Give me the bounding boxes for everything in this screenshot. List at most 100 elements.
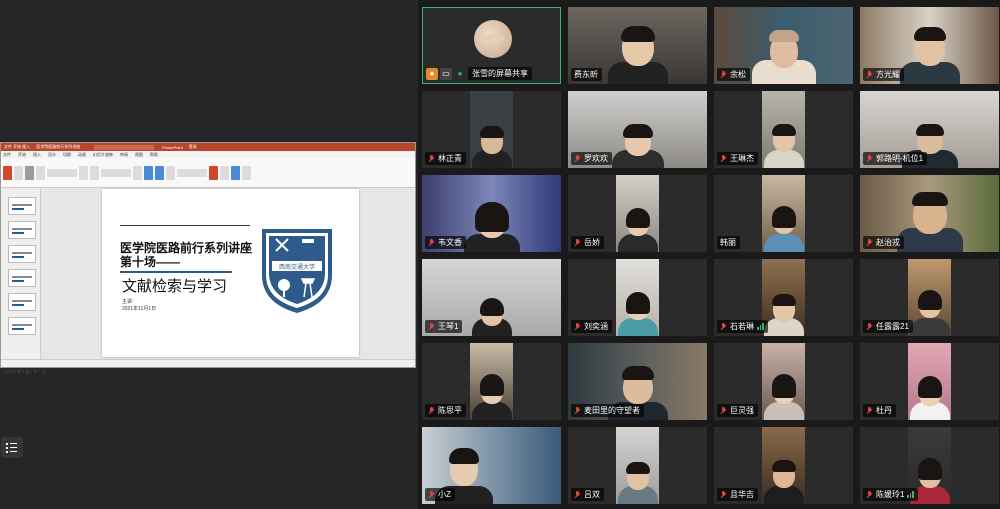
participant-tile[interactable]: 小Z <box>422 427 561 504</box>
participant-tile[interactable]: 吕双 <box>568 427 707 504</box>
mic-muted-icon <box>866 406 873 415</box>
slide-thumbnail[interactable] <box>8 269 36 287</box>
participant-name-label: 麦田里的守望者 <box>571 404 644 417</box>
participant-name-label: 费东昕 <box>571 68 602 81</box>
participant-tile[interactable]: 余松 <box>714 7 853 84</box>
participant-name: 杜丹 <box>876 406 892 415</box>
participant-tile[interactable]: 且华吉 <box>714 427 853 504</box>
slide-thumbnail[interactable] <box>8 197 36 215</box>
participant-tile[interactable]: 罗欢欢 <box>568 91 707 168</box>
italic-icon[interactable] <box>90 165 99 180</box>
ppt-tab[interactable]: 动画 <box>78 152 86 158</box>
participant-tile[interactable]: 巨灵强 <box>714 343 853 420</box>
cut-icon[interactable] <box>14 165 23 180</box>
paste-icon[interactable] <box>3 165 12 180</box>
find-icon[interactable] <box>209 165 218 180</box>
signal-strength-icon <box>757 323 764 330</box>
participant-tile[interactable]: 韩丽 <box>714 175 853 252</box>
participant-name: 且华吉 <box>730 490 754 499</box>
paragraph-controls[interactable] <box>101 168 131 177</box>
participant-name-label: 且华吉 <box>717 488 758 501</box>
participant-tile[interactable]: 陈思平 <box>422 343 561 420</box>
participant-tile[interactable]: 赵治戎 <box>860 175 999 252</box>
quick-styles-icon[interactable] <box>166 165 175 180</box>
participant-tile[interactable]: 方光耀 <box>860 7 999 84</box>
slide-title-line1: 医学院医路前行系列讲座 <box>120 241 253 255</box>
slide-author: 主讲: <box>122 299 134 305</box>
mic-muted-icon <box>428 322 435 331</box>
layout-icon[interactable] <box>36 165 45 180</box>
mic-muted-icon <box>720 154 727 163</box>
participant-name: 陈思平 <box>438 406 462 415</box>
ppt-ribbon-tabs: 文件 开始 插入 设计 切换 动画 幻灯片放映 审阅 视图 帮助 <box>1 151 415 158</box>
participant-tile[interactable]: 王琳杰 <box>714 91 853 168</box>
mic-muted-icon <box>720 322 727 331</box>
mic-muted-icon <box>428 406 435 415</box>
participant-name-label: 杜丹 <box>863 404 896 417</box>
participant-name: 王琴1 <box>438 322 459 331</box>
mic-muted-icon <box>428 238 435 247</box>
participant-tile[interactable]: 任露露21 <box>860 259 999 336</box>
ppt-tab[interactable]: 插入 <box>33 152 41 158</box>
ppt-titlebar: 文件 开始 插入 医学院医路前行系列讲座 PowerPoint 登录 <box>1 143 415 151</box>
mic-muted-icon <box>866 238 873 247</box>
ppt-titlebar-app: PowerPoint <box>162 144 183 150</box>
arrange-icon[interactable] <box>155 165 164 180</box>
participant-tile[interactable]: 石若琳 <box>714 259 853 336</box>
shapes-icon[interactable] <box>144 165 153 180</box>
ppt-tab[interactable]: 帮助 <box>150 152 158 158</box>
participant-name-label: 岳娇 <box>571 236 604 249</box>
slide-thumbnail[interactable] <box>8 293 36 311</box>
current-slide[interactable]: 医学院医路前行系列讲座 第十场—— 文献检索与学习 主讲: 2021年11月1日… <box>102 189 359 357</box>
ppt-editing-area: 医学院医路前行系列讲座 第十场—— 文献检索与学习 主讲: 2021年11月1日… <box>1 189 415 359</box>
ppt-tab[interactable]: 开始 <box>18 152 26 158</box>
align-icon[interactable] <box>133 165 142 180</box>
ppt-tab[interactable]: 文件 <box>3 152 11 158</box>
designer-icon[interactable] <box>242 165 251 180</box>
participant-tile[interactable]: 岳娇 <box>568 175 707 252</box>
mic-muted-icon <box>866 154 873 163</box>
participant-name-label: 郭路明-机位1 <box>863 152 928 165</box>
participant-tile[interactable]: 王琴1 <box>422 259 561 336</box>
participant-tile[interactable]: 杜丹 <box>860 343 999 420</box>
participant-name: 刘奕涵 <box>584 322 608 331</box>
participant-tile[interactable]: 费东昕 <box>568 7 707 84</box>
participant-name: 巨灵强 <box>730 406 754 415</box>
participant-tile[interactable]: 郭路明-机位1 <box>860 91 999 168</box>
ppt-tab[interactable]: 审阅 <box>120 152 128 158</box>
participant-name: 吕双 <box>584 490 600 499</box>
participant-tile[interactable]: 刘奕涵 <box>568 259 707 336</box>
bold-icon[interactable] <box>79 165 88 180</box>
ppt-tab[interactable]: 视图 <box>135 152 143 158</box>
new-slide-icon[interactable] <box>25 165 34 180</box>
presenter-avatar <box>474 20 512 58</box>
screen-share-tile[interactable]: ● ▭ ● 张雪的屏幕共享 <box>422 7 561 84</box>
participant-tile[interactable]: 林正青 <box>422 91 561 168</box>
ppt-tab[interactable]: 切换 <box>63 152 71 158</box>
participants-list-button[interactable] <box>1 437 23 458</box>
slide-thumbnail[interactable] <box>8 245 36 263</box>
ppt-tab[interactable]: 设计 <box>48 152 56 158</box>
slide-thumbnail[interactable] <box>8 221 36 239</box>
dictate-icon[interactable] <box>231 165 240 180</box>
slide-thumbnail[interactable] <box>8 317 36 335</box>
replace-icon[interactable] <box>220 165 229 180</box>
powerpoint-window: 文件 开始 插入 医学院医路前行系列讲座 PowerPoint 登录 文件 开始… <box>0 142 416 374</box>
shape-fill-controls[interactable] <box>177 168 207 177</box>
font-selector[interactable] <box>47 168 77 177</box>
ppt-search-box[interactable] <box>94 144 155 150</box>
participant-name-label: 小Z <box>425 488 455 501</box>
slide-accent-bar <box>120 271 232 273</box>
participant-tile[interactable]: 麦田里的守望者 <box>568 343 707 420</box>
participant-tile[interactable]: 陈媛玲1 <box>860 427 999 504</box>
ppt-titlebar-login[interactable]: 登录 <box>189 144 197 150</box>
slide-thumbnails-pane <box>1 189 41 359</box>
screen-share-icon: ▭ <box>440 67 452 80</box>
participant-name: 韩丽 <box>720 238 736 247</box>
participant-tile[interactable]: 韦文香 <box>422 175 561 252</box>
mic-muted-icon <box>428 154 435 163</box>
ppt-tab[interactable]: 幻灯片放映 <box>93 152 113 158</box>
participant-name: 林正青 <box>438 154 462 163</box>
mic-muted-icon <box>866 490 873 499</box>
mic-muted-icon <box>720 406 727 415</box>
